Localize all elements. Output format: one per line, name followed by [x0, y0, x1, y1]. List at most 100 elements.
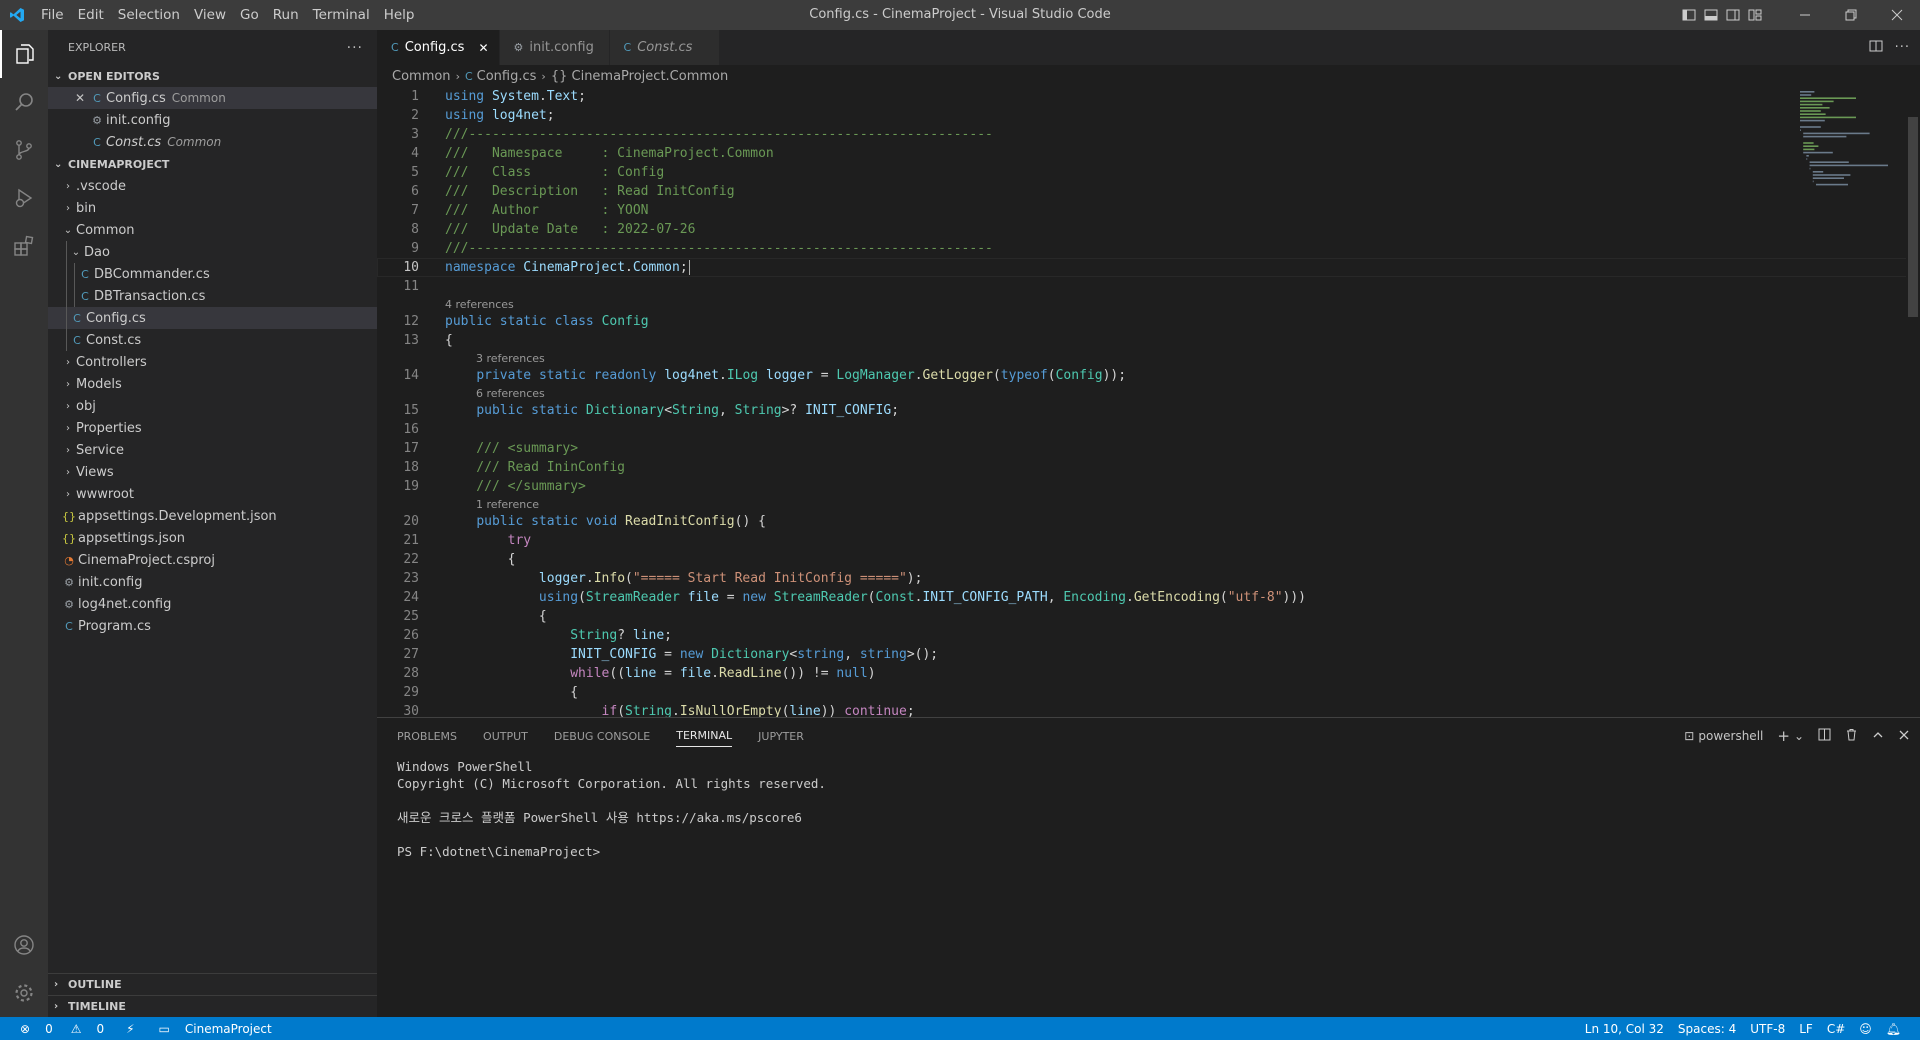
minimap[interactable] [1796, 87, 1906, 217]
tree-file[interactable]: ◔ CinemaProject.csproj [48, 549, 377, 571]
code-line[interactable]: 29 { [377, 683, 1920, 702]
timeline-header[interactable]: › TIMELINE [48, 995, 377, 1017]
tree-file[interactable]: {} appsettings.Development.json [48, 505, 377, 527]
customize-layout-icon[interactable] [1744, 0, 1766, 30]
code-line[interactable]: 19 /// </summary> [377, 477, 1920, 496]
tree-file[interactable]: {} appsettings.json [48, 527, 377, 549]
menu-terminal[interactable]: Terminal [306, 7, 377, 23]
tree-file[interactable]: C DBTransaction.cs [48, 285, 377, 307]
tree-folder[interactable]: › Controllers [48, 351, 377, 373]
tab-jupyter[interactable]: JUPYTER [758, 718, 804, 754]
more-actions-icon[interactable]: ··· [1895, 40, 1910, 55]
tree-folder[interactable]: › Models [48, 373, 377, 395]
run-debug-icon[interactable] [0, 174, 48, 222]
tree-folder[interactable]: › Service [48, 439, 377, 461]
tab-config-cs[interactable]: C Config.cs ✕ [377, 30, 500, 65]
code-line[interactable]: 5 /// Class : Config [377, 163, 1920, 182]
code-line[interactable]: 18 /// Read IninConfig [377, 458, 1920, 477]
code-line[interactable]: 28 while((line = file.ReadLine()) != nul… [377, 664, 1920, 683]
maximize-panel-icon[interactable] [1872, 729, 1884, 744]
source-control-icon[interactable] [0, 126, 48, 174]
scrollbar-thumb[interactable] [1908, 117, 1918, 317]
open-editors-header[interactable]: ⌄ OPEN EDITORS [48, 65, 377, 87]
menu-help[interactable]: Help [377, 7, 422, 23]
explorer-icon[interactable] [0, 30, 48, 78]
search-icon[interactable] [0, 78, 48, 126]
tree-file[interactable]: C DBCommander.cs [48, 263, 377, 285]
problems-status[interactable]: ⊗ 0 ⚠ 0 [0, 1022, 116, 1036]
code-line[interactable]: 20 public static void ReadInitConfig() { [377, 512, 1920, 531]
code-lens-references[interactable]: 3 references [377, 350, 1920, 366]
outline-header[interactable]: › OUTLINE [48, 973, 377, 995]
code-line[interactable]: 11 [377, 277, 1920, 296]
tree-file[interactable]: ⚙ init.config [48, 571, 377, 593]
code-line[interactable]: 21 try [377, 531, 1920, 550]
tree-folder[interactable]: › Views [48, 461, 377, 483]
tab-output[interactable]: OUTPUT [483, 718, 528, 754]
tab-debug-console[interactable]: DEBUG CONSOLE [554, 718, 650, 754]
code-lens-references[interactable]: 6 references [377, 385, 1920, 401]
code-line[interactable]: 24 using(StreamReader file = new StreamR… [377, 588, 1920, 607]
tree-folder[interactable]: › .vscode [48, 175, 377, 197]
code-line[interactable]: 30 if(String.IsNullOrEmpty(line)) contin… [377, 702, 1920, 717]
code-line[interactable]: 1 using System.Text; [377, 87, 1920, 106]
accounts-icon[interactable] [0, 921, 48, 969]
trash-icon[interactable] [1845, 728, 1858, 744]
code-lens-references[interactable]: 4 references [377, 296, 1920, 312]
code-line[interactable]: 12 public static class Config [377, 312, 1920, 331]
toggle-panel-icon[interactable] [1700, 0, 1722, 30]
breadcrumb-item[interactable]: Config.cs [477, 69, 537, 84]
editor-scrollbar[interactable] [1906, 87, 1920, 717]
code-line[interactable]: 17 /// <summary> [377, 439, 1920, 458]
tree-folder[interactable]: ⌄ Dao [48, 241, 377, 263]
menu-edit[interactable]: Edit [71, 7, 111, 23]
code-lens-references[interactable]: 1 reference [377, 496, 1920, 512]
split-editor-icon[interactable] [1869, 39, 1883, 57]
code-lens-label[interactable]: 1 reference [476, 498, 539, 511]
tab-const-cs[interactable]: C Const.cs [609, 30, 720, 65]
open-editor-item[interactable]: ⚙ init.config [48, 109, 377, 131]
menu-file[interactable]: File [34, 7, 71, 23]
tree-folder[interactable]: › wwwroot [48, 483, 377, 505]
terminal-output[interactable]: Windows PowerShell Copyright (C) Microso… [377, 754, 1920, 860]
code-line[interactable]: 7 /// Author : YOON [377, 201, 1920, 220]
minimize-icon[interactable] [1782, 0, 1828, 30]
tree-folder[interactable]: › bin [48, 197, 377, 219]
code-line[interactable]: 9 ///------------------------------------… [377, 239, 1920, 258]
menu-go[interactable]: Go [233, 7, 266, 23]
code-line[interactable]: 25 { [377, 607, 1920, 626]
code-lens-label[interactable]: 3 references [476, 352, 545, 365]
tree-folder[interactable]: › obj [48, 395, 377, 417]
code-lens-label[interactable]: 4 references [445, 298, 514, 311]
open-editor-item[interactable]: C Const.cs Common [48, 131, 377, 153]
cursor-position[interactable]: Ln 10, Col 32 [1578, 1022, 1671, 1036]
tab-terminal[interactable]: TERMINAL [676, 725, 733, 747]
feedback-icon[interactable]: ☺ [1852, 1022, 1879, 1036]
code-line[interactable]: 14 private static readonly log4net.ILog … [377, 366, 1920, 385]
code-line[interactable]: 2 using log4net; [377, 106, 1920, 125]
menu-run[interactable]: Run [266, 7, 306, 23]
code-line[interactable]: 15 public static Dictionary<String, Stri… [377, 401, 1920, 420]
language-mode[interactable]: C# [1820, 1022, 1852, 1036]
indentation[interactable]: Spaces: 4 [1671, 1022, 1743, 1036]
breadcrumb-item[interactable]: {} CinemaProject.Common [551, 69, 728, 84]
project-header[interactable]: ⌄ CINEMAPROJECT [48, 153, 377, 175]
toggle-secondary-sidebar-icon[interactable] [1722, 0, 1744, 30]
close-window-icon[interactable] [1874, 0, 1920, 30]
code-line[interactable]: 16 [377, 420, 1920, 439]
tree-folder[interactable]: ⌄ Common [48, 219, 377, 241]
tab-problems[interactable]: PROBLEMS [397, 718, 457, 754]
tree-file[interactable]: ⚙ log4net.config [48, 593, 377, 615]
code-line[interactable]: 3 ///------------------------------------… [377, 125, 1920, 144]
tree-folder[interactable]: › Properties [48, 417, 377, 439]
code-line[interactable]: 22 { [377, 550, 1920, 569]
restore-icon[interactable] [1828, 0, 1874, 30]
extensions-icon[interactable] [0, 222, 48, 270]
chevron-down-icon[interactable]: ⌄ [1794, 729, 1804, 743]
menu-view[interactable]: View [187, 7, 233, 23]
more-actions-icon[interactable]: ··· [347, 40, 363, 56]
code-line[interactable]: 4 /// Namespace : CinemaProject.Common [377, 144, 1920, 163]
notifications-bell-icon[interactable]: 🔔︎ [1879, 1022, 1908, 1036]
terminal-shell-selector[interactable]: ⊡ powershell [1684, 729, 1763, 743]
code-line[interactable]: 8 /// Update Date : 2022-07-26 [377, 220, 1920, 239]
